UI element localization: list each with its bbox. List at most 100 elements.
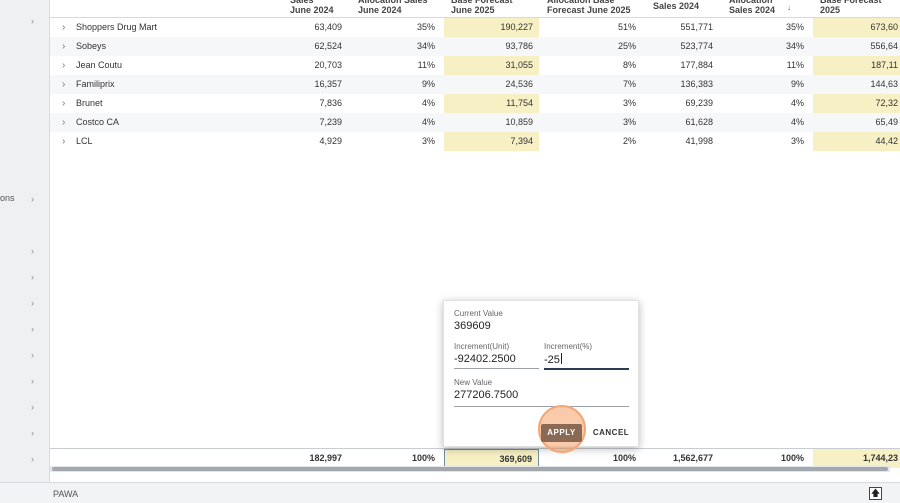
sidebar-chevron-icon[interactable]: › [31, 402, 34, 412]
cell-base-forecast-2025[interactable]: 556,64 [813, 37, 898, 56]
cell-sales-2024: 523,774 [680, 41, 713, 51]
cell-sales-2024: 551,771 [680, 22, 713, 32]
header-base-forecast-2025[interactable]: Base Forecast 2025 [820, 0, 900, 17]
new-value-input[interactable]: 277206.7500 [454, 389, 518, 401]
cell-base-forecast-june[interactable]: 11,754 [444, 94, 533, 113]
cell-base-forecast-june[interactable]: 7,394 [444, 132, 533, 151]
cell-allocation-2024: 3% [790, 136, 804, 146]
increment-unit-label: Increment(Unit) [454, 342, 510, 351]
cell-allocation-june: 3% [421, 136, 435, 146]
cell-sales-2024: 41,998 [685, 136, 713, 146]
sidebar-chevron-icon[interactable]: › [31, 376, 34, 386]
sidebar-chevron-icon[interactable]: › [31, 246, 34, 256]
current-value: 369609 [454, 320, 491, 332]
cell-allocation-base-june: 2% [622, 136, 636, 146]
table-row[interactable]: › Brunet 7,836 4% 11,754 3% 69,239 4% 72,32 [50, 94, 900, 113]
cell-base-forecast-2025[interactable]: 144,63 [813, 75, 898, 94]
cell-base-forecast-june[interactable]: 24,536 [444, 75, 533, 94]
cell-sales-june: 16,357 [314, 79, 342, 89]
table-row[interactable]: › Familiprix 16,357 9% 24,536 7% 136,383 9% 144,… [50, 75, 900, 94]
cancel-button[interactable]: CANCEL [590, 424, 632, 442]
cell-allocation-base-june: 3% [622, 117, 636, 127]
cell-base-forecast-june[interactable]: 10,859 [444, 113, 533, 132]
current-value-label: Current Value [454, 309, 503, 318]
sidebar-chevron-icon[interactable]: › [31, 16, 34, 26]
sidebar-chevron-icon[interactable]: › [31, 272, 34, 282]
cell-base-forecast-2025[interactable]: 65,49 [813, 113, 898, 132]
sidebar-chevron-icon[interactable]: › [31, 454, 34, 464]
cell-allocation-base-june: 7% [622, 79, 636, 89]
increment-unit-underline [454, 368, 539, 369]
totals-row: 182,997 100% 369,609 100% 1,562,677 100%… [50, 448, 900, 468]
row-name: Jean Coutu [76, 60, 123, 70]
cell-base-forecast-june[interactable]: 93,786 [444, 37, 533, 56]
row-name: Shoppers Drug Mart [76, 22, 158, 32]
table-row[interactable]: › Costco CA 7,239 4% 10,859 3% 61,628 4% 65,49 [50, 113, 900, 132]
sidebar-chevron-icon[interactable]: › [31, 324, 34, 334]
cell-sales-june: 63,409 [314, 22, 342, 32]
cell-sales-2024: 177,884 [680, 60, 713, 70]
cell-sales-2024: 61,628 [685, 117, 713, 127]
cell-base-forecast-june[interactable]: 31,055 [444, 56, 533, 75]
increment-unit-input[interactable]: -92402.2500 [454, 353, 516, 365]
cell-sales-2024: 136,383 [680, 79, 713, 89]
table-row[interactable]: › Sobeys 62,524 34% 93,786 25% 523,774 34% 556,6… [50, 37, 900, 56]
expand-chevron-icon[interactable]: › [62, 37, 65, 56]
new-value-label: New Value [454, 378, 493, 387]
footer-label: PAWA [53, 489, 79, 499]
cell-allocation-base-june: 8% [622, 60, 636, 70]
increment-percent-input[interactable]: -25 [544, 353, 562, 366]
cell-allocation-2024: 9% [790, 79, 804, 89]
cell-allocation-june: 11% [417, 60, 435, 70]
sidebar-chevron-icon[interactable]: › [31, 428, 34, 438]
header-base-forecast-june-2025[interactable]: Base Forecast June 2025 [451, 0, 541, 17]
cell-base-forecast-2025[interactable]: 187,11 [813, 56, 898, 75]
row-name: Sobeys [76, 41, 107, 51]
sidebar-chevron-icon[interactable]: › [31, 350, 34, 360]
cell-allocation-base-june: 3% [622, 98, 636, 108]
cell-base-forecast-2025[interactable]: 72,32 [813, 94, 898, 113]
expand-chevron-icon[interactable]: › [62, 75, 65, 94]
grid-header: Sales June 2024 Allocation Sales June 20… [50, 0, 900, 18]
header-allocation-base-forecast-june-2025[interactable]: Allocation Base Forecast June 2025 [547, 0, 647, 17]
scroll-to-top-icon[interactable]: 🡅 [869, 487, 882, 500]
expand-chevron-icon[interactable]: › [62, 132, 65, 151]
cell-base-forecast-2025[interactable]: 44,42 [813, 132, 898, 151]
row-name: Costco CA [76, 117, 120, 127]
sort-descending-icon[interactable]: ↓ [787, 3, 791, 12]
cell-allocation-base-june: 51% [617, 22, 636, 32]
cell-allocation-2024: 4% [790, 98, 804, 108]
sidebar-chevron-icon[interactable]: › [31, 298, 34, 308]
row-name: Familiprix [76, 79, 115, 89]
cell-sales-june: 20,703 [314, 60, 342, 70]
cell-allocation-base-june: 25% [617, 41, 636, 51]
expand-chevron-icon[interactable]: › [62, 18, 65, 37]
cell-sales-june: 7,239 [319, 117, 342, 127]
sidebar-chevron-icon[interactable]: › [31, 194, 34, 204]
cell-sales-june: 7,836 [319, 98, 342, 108]
header-allocation-sales-2024[interactable]: Allocation Sales 2024 [729, 0, 789, 17]
header-sales-june-2024[interactable]: Sales June 2024 [290, 0, 360, 17]
apply-button[interactable]: APPLY [541, 424, 582, 442]
cell-allocation-june: 4% [421, 117, 435, 127]
cell-base-forecast-2025[interactable]: 673,60 [813, 18, 898, 37]
expand-chevron-icon[interactable]: › [62, 113, 65, 132]
cell-allocation-2024: 34% [785, 41, 804, 51]
cell-allocation-june: 34% [416, 41, 435, 51]
expand-chevron-icon[interactable]: › [62, 94, 65, 113]
table-row[interactable]: › LCL 4,929 3% 7,394 2% 41,998 3% 44,42 [50, 132, 900, 151]
sidebar-item-label[interactable]: ons [0, 193, 15, 203]
increment-percent-label: Increment(%) [544, 342, 593, 351]
cell-allocation-june: 4% [421, 98, 435, 108]
expand-chevron-icon[interactable]: › [62, 56, 65, 75]
cell-allocation-2024: 4% [790, 117, 804, 127]
cell-base-forecast-june[interactable]: 190,227 [444, 18, 533, 37]
row-name: Brunet [76, 98, 103, 108]
cell-allocation-june: 35% [416, 22, 435, 32]
cell-sales-2024: 69,239 [685, 98, 713, 108]
table-row[interactable]: › Shoppers Drug Mart 63,409 35% 190,227 51% 55… [50, 18, 900, 37]
horizontal-scrollbar-thumb[interactable] [52, 467, 888, 471]
status-footer: PAWA 🡅 [0, 482, 900, 503]
header-allocation-sales-june-2024[interactable]: Allocation Sales June 2024 [358, 0, 444, 17]
table-row[interactable]: › Jean Coutu 20,703 11% 31,055 8% 177,884 11% 18… [50, 56, 900, 75]
